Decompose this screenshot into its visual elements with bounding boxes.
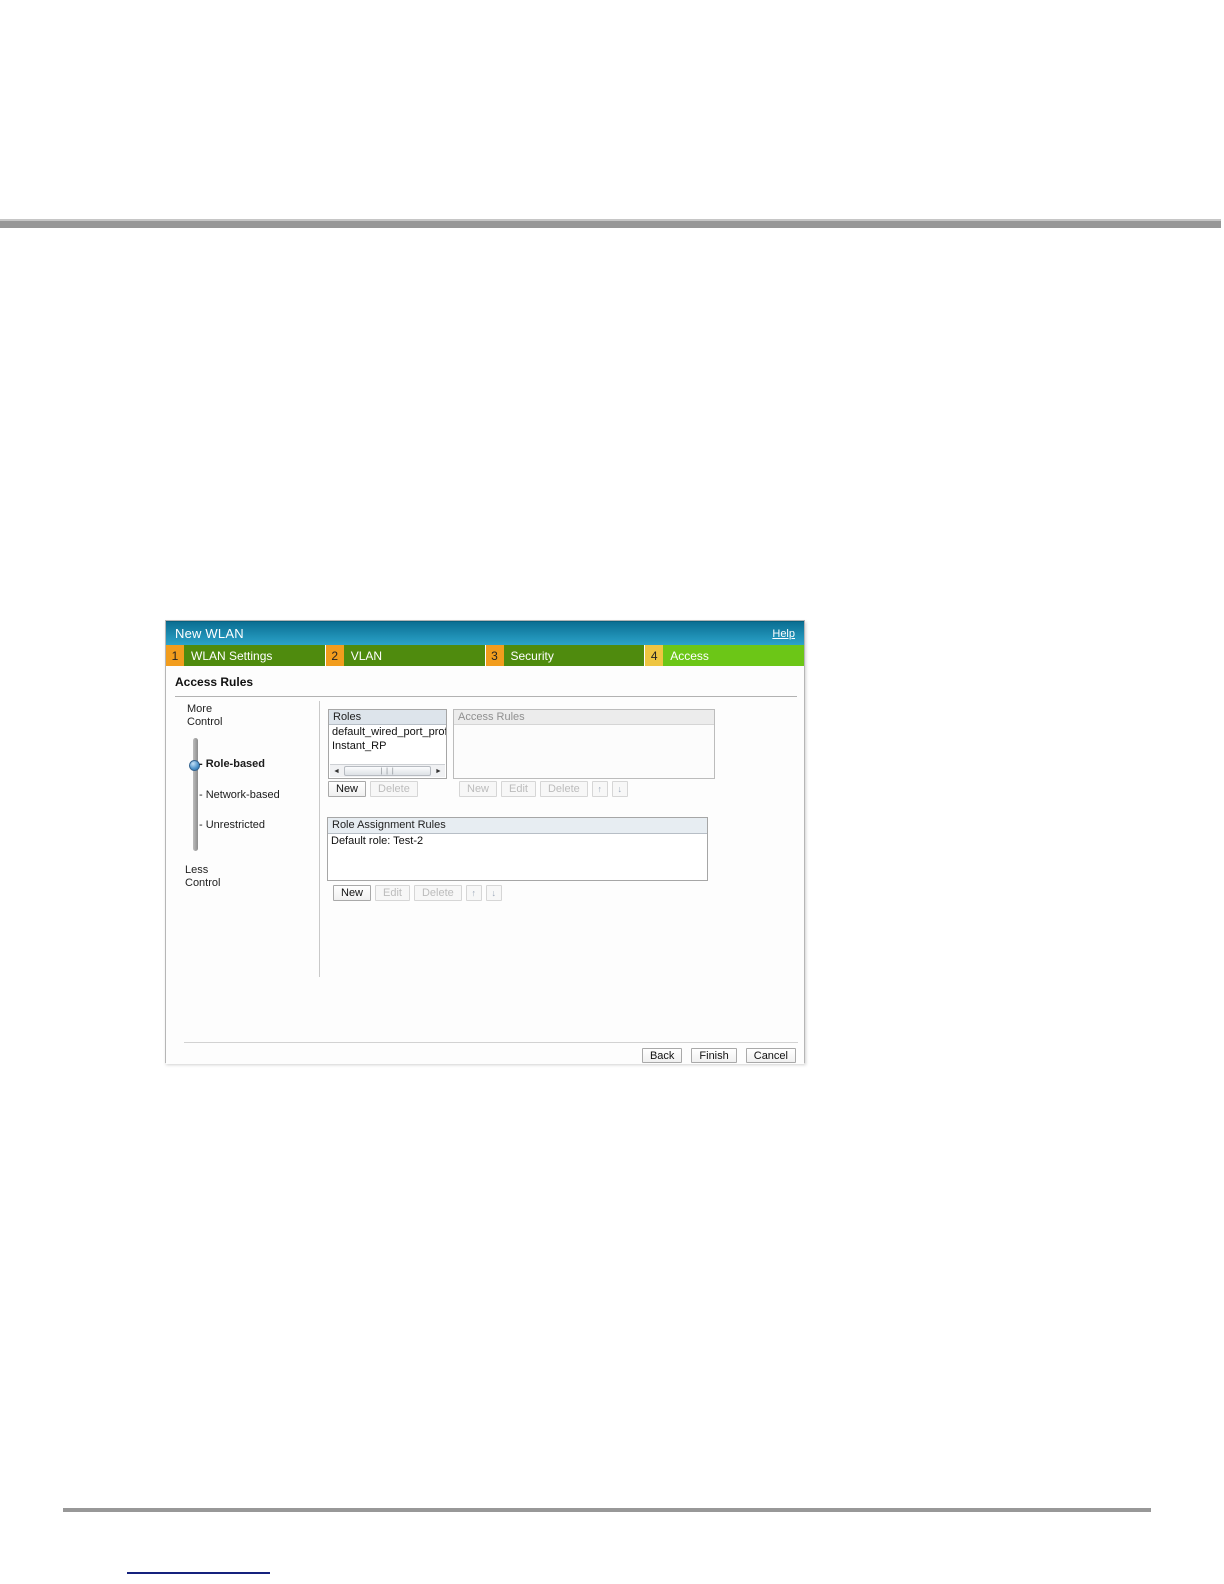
access-rules-panel-header: Access Rules	[454, 710, 714, 725]
sidebar-divider	[319, 701, 320, 977]
access-rules-button-row: New Edit Delete ↑ ↓	[459, 781, 628, 797]
section-title-rule	[175, 696, 797, 697]
cancel-button[interactable]: Cancel	[745, 1048, 796, 1063]
move-up-icon[interactable]: ↑	[465, 885, 482, 901]
dialog-title-bar: New WLAN Help	[166, 621, 804, 645]
page-top-rule	[0, 219, 1221, 228]
option-unrestricted[interactable]: - Unrestricted	[199, 819, 265, 831]
tab-label: VLAN	[350, 648, 383, 663]
roles-horizontal-scrollbar: ◄ | | | ►	[330, 764, 445, 777]
roles-panel-header: Roles	[329, 710, 446, 725]
option-role-based[interactable]: - Role-based	[199, 758, 265, 770]
roles-new-button[interactable]: New	[328, 781, 367, 797]
tab-access[interactable]: 4 Access	[645, 645, 804, 666]
tab-vlan[interactable]: 2 VLAN	[325, 645, 485, 666]
tab-number-badge: 2	[325, 645, 344, 666]
access-rules-new-button[interactable]: New	[459, 781, 498, 797]
role-assignment-button-row: New Edit Delete ↑ ↓	[333, 885, 502, 901]
role-assignment-panel-header: Role Assignment Rules	[328, 818, 707, 834]
footer-link-underline[interactable]	[127, 1572, 270, 1574]
tab-label: Security	[510, 648, 554, 663]
access-rules-edit-button[interactable]: Edit	[501, 781, 536, 797]
roles-delete-button[interactable]: Delete	[370, 781, 418, 797]
role-list-item[interactable]: default_wired_port_profile	[329, 725, 446, 739]
roles-panel: Roles default_wired_port_profile Instant…	[328, 709, 447, 779]
tab-number-badge: 1	[166, 645, 184, 666]
tab-label: WLAN Settings	[191, 648, 273, 663]
access-rules-delete-button[interactable]: Delete	[539, 781, 588, 797]
more-control-label: More Control	[187, 703, 223, 728]
roles-button-row: New Delete	[328, 781, 418, 797]
access-rules-panel: Access Rules	[453, 709, 715, 779]
option-network-based[interactable]: - Network-based	[199, 789, 280, 801]
new-wlan-dialog: New WLAN Help 1 WLAN Settings 2 VLAN 3 S…	[165, 620, 805, 1064]
scroll-right-icon[interactable]: ►	[432, 765, 445, 777]
help-link[interactable]: Help	[772, 628, 795, 640]
back-button[interactable]: Back	[641, 1048, 683, 1063]
scroll-left-icon[interactable]: ◄	[330, 765, 343, 777]
move-down-icon[interactable]: ↓	[611, 781, 628, 797]
role-assignment-delete-button[interactable]: Delete	[413, 885, 462, 901]
tab-number-badge: 3	[485, 645, 504, 666]
role-assignment-new-button[interactable]: New	[333, 885, 372, 901]
scrollbar-thumb[interactable]: | | |	[344, 766, 431, 776]
move-up-icon[interactable]: ↑	[591, 781, 608, 797]
tab-label: Access	[670, 648, 709, 663]
page-bottom-rule	[63, 1508, 1151, 1512]
tab-number-badge: 4	[645, 645, 664, 666]
role-assignment-panel: Role Assignment Rules Default role: Test…	[327, 817, 708, 881]
wizard-tabs: 1 WLAN Settings 2 VLAN 3 Security 4 Acce…	[166, 645, 804, 666]
role-assignment-rule-item[interactable]: Default role: Test-2	[328, 834, 707, 848]
dialog-body: Access Rules More Control - Role-based -…	[166, 666, 804, 1064]
dialog-title: New WLAN	[175, 626, 244, 641]
control-slider-track[interactable]	[193, 738, 198, 851]
tab-security[interactable]: 3 Security	[485, 645, 645, 666]
less-control-label: Less Control	[185, 864, 221, 889]
move-down-icon[interactable]: ↓	[485, 885, 502, 901]
role-assignment-edit-button[interactable]: Edit	[375, 885, 410, 901]
footer-button-row: Back Finish Cancel	[641, 1048, 796, 1063]
finish-button[interactable]: Finish	[691, 1048, 737, 1063]
tab-wlan-settings[interactable]: 1 WLAN Settings	[166, 645, 325, 666]
footer-divider	[184, 1042, 798, 1043]
section-title: Access Rules	[175, 675, 254, 689]
role-list-item[interactable]: Instant_RP	[329, 739, 446, 753]
